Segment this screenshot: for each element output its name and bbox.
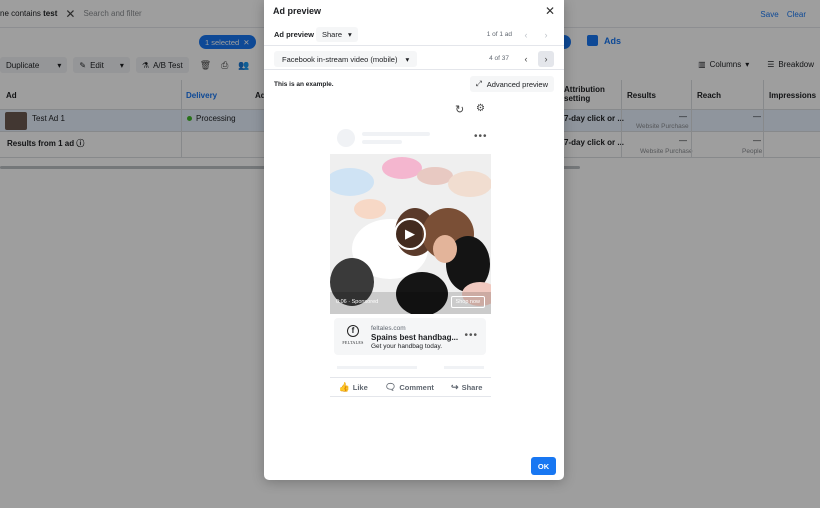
share-dropdown[interactable]: Share ▾ [316, 27, 358, 42]
comment-label: Comment [399, 382, 434, 392]
brand-logo-mark: f [347, 325, 359, 337]
more-options-icon[interactable]: ••• [474, 131, 488, 142]
brand-logo: f FELTALES [342, 325, 364, 349]
share-action-label: Share [461, 382, 483, 392]
post-actions: 👍 Like 🗨 Comment ↪ Share [330, 377, 491, 397]
previous-ad-button[interactable]: ‹ [518, 27, 534, 43]
link-domain: feltales.com [371, 325, 406, 332]
ad-navigation: ‹ › [518, 27, 554, 43]
reload-icon[interactable]: ↻ [455, 103, 464, 116]
share-icon: ↪ [451, 381, 459, 392]
next-ad-button[interactable]: › [538, 27, 554, 43]
share-button[interactable]: ↪ Share [451, 382, 482, 393]
link-attachment[interactable]: f FELTALES feltales.com Spains best hand… [334, 318, 486, 355]
more-options-icon[interactable]: ••• [464, 330, 478, 341]
ad-preview-modal: Ad preview ✕ Ad preview Share ▾ 1 of 1 ad… [264, 0, 564, 480]
skeleton-line [362, 132, 430, 136]
link-description: Get your handbag today. [371, 343, 443, 350]
modal-title: Ad preview [273, 6, 322, 16]
placement-label: Facebook in-stream video (mobile) [282, 54, 398, 64]
placement-navigation: ‹ › [518, 51, 554, 67]
brand-logo-text: FELTALES [342, 340, 364, 345]
example-note: This is an example. [274, 81, 334, 88]
skeleton-line [337, 366, 417, 369]
like-label: Like [352, 382, 368, 392]
placement-dropdown[interactable]: Facebook in-stream video (mobile) ▾ [274, 51, 418, 67]
chevron-down-icon: ▾ [348, 30, 352, 39]
placement-count: 4 of 37 [489, 55, 509, 62]
link-headline: Spains best handbag... [371, 333, 459, 342]
video-timestamp: 0:06 · Sponsored [336, 299, 379, 305]
preview-header: Ad preview Share ▾ 1 of 1 ad ‹ › [264, 24, 564, 46]
chevron-down-icon: ▾ [405, 54, 410, 64]
share-label: Share [322, 30, 343, 39]
shop-now-button[interactable]: Shop now [450, 296, 485, 308]
skeleton-line [444, 366, 484, 369]
video-media[interactable]: ▶ 0:06 · Sponsored Shop now [330, 154, 491, 314]
placement-row: Facebook in-stream video (mobile) ▾ 4 of … [264, 48, 564, 70]
comment-icon: 🗨 [384, 381, 397, 392]
next-placement-button[interactable]: › [538, 51, 554, 67]
skeleton-line [362, 140, 402, 144]
thumbs-up-icon: 👍 [338, 381, 350, 392]
advanced-preview-label: Advanced preview [486, 79, 548, 89]
preview-label: Ad preview [274, 30, 315, 39]
previous-placement-button[interactable]: ‹ [518, 51, 534, 67]
like-button[interactable]: 👍 Like [339, 382, 368, 393]
ad-count: 1 of 1 ad [486, 31, 512, 38]
close-icon[interactable]: ✕ [545, 4, 555, 18]
play-icon[interactable]: ▶ [394, 218, 426, 250]
bug-icon[interactable]: ⚙ [476, 103, 485, 114]
advanced-preview-button[interactable]: ⤢ Advanced preview [469, 76, 554, 92]
expand-icon: ⤢ [475, 79, 482, 88]
comment-button[interactable]: 🗨 Comment [385, 382, 434, 393]
avatar [337, 129, 355, 147]
ok-button[interactable]: OK [531, 457, 556, 475]
